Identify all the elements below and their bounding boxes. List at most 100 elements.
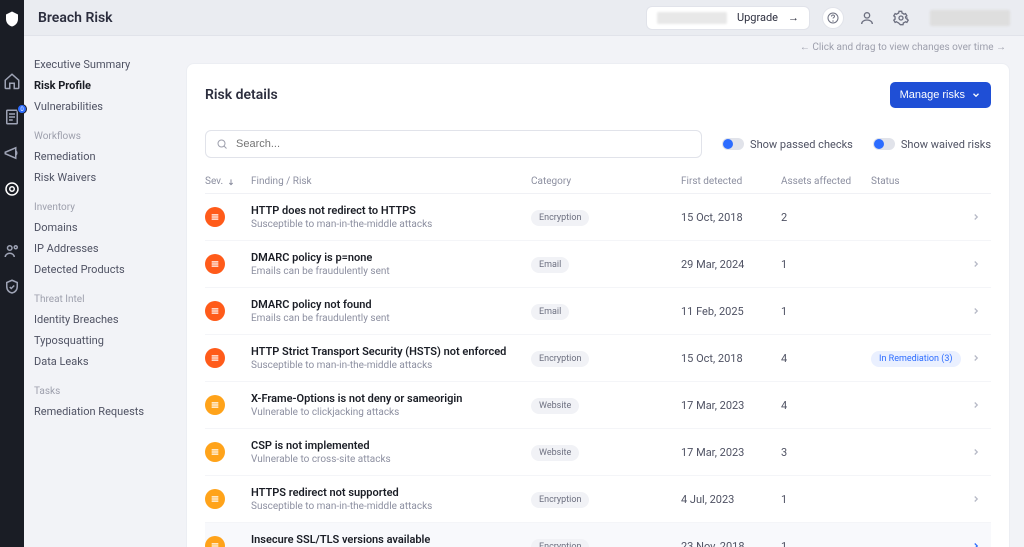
manage-risks-label: Manage risks [900,89,965,101]
arrow-right-icon: → [788,11,799,24]
risks-table: Sev. Finding / Risk Category First detec… [205,170,991,547]
sidebar-item-remediation-requests[interactable]: Remediation Requests [34,401,168,422]
nav-target-icon[interactable] [3,180,21,198]
upgrade-label: Upgrade [737,11,778,24]
nav-announce-icon[interactable] [3,144,21,162]
nav-users-icon[interactable] [3,242,21,260]
assets-affected: 3 [781,446,871,459]
category-pill: Email [531,304,569,320]
severity-dot [205,489,225,509]
sidebar-head-inventory: Inventory [34,202,168,213]
org-switcher-redacted[interactable] [930,10,1010,26]
col-category[interactable]: Category [531,176,681,187]
toggle-icon [722,138,744,150]
finding-title: DMARC policy is p=none [251,251,531,264]
sidebar-item-identity-breaches[interactable]: Identity Breaches [34,309,168,330]
help-icon[interactable] [822,7,844,29]
search-icon [216,138,228,150]
first-detected: 4 Jul, 2023 [681,493,781,506]
sort-down-icon [227,178,235,186]
sidebar-item-typosquatting[interactable]: Typosquatting [34,330,168,351]
assets-affected: 1 [781,305,871,318]
table-row[interactable]: HTTP does not redirect to HTTPS Suscepti… [205,194,991,241]
risk-details-card: Risk details Manage risks [186,63,1010,547]
sidebar-head-workflows: Workflows [34,131,168,142]
sidebar-item-detected-products[interactable]: Detected Products [34,259,168,280]
category-pill: Email [531,257,569,273]
toggle-waived-risks[interactable]: Show waived risks [873,138,991,151]
finding-subtitle: Emails can be fraudulently sent [251,266,531,277]
finding-subtitle: Vulnerable to clickjacking attacks [251,407,531,418]
user-icon[interactable] [856,7,878,29]
app-logo-icon[interactable] [3,10,21,28]
severity-dot [205,395,225,415]
first-detected: 17 Mar, 2023 [681,399,781,412]
assets-affected: 1 [781,540,871,547]
settings-icon[interactable] [890,7,912,29]
table-row[interactable]: HTTPS redirect not supported Susceptible… [205,476,991,523]
sidebar-item-ip-addresses[interactable]: IP Addresses [34,238,168,259]
sidebar-item-risk-profile[interactable]: Risk Profile [34,75,168,96]
nav-shield-check-icon[interactable] [3,278,21,296]
sidebar-head-tasks: Tasks [34,386,168,397]
col-severity[interactable]: Sev. [205,176,251,187]
status-pill: In Remediation (3) [871,351,961,367]
col-assets[interactable]: Assets affected [781,176,871,187]
finding-title: HTTP Strict Transport Security (HSTS) no… [251,345,531,358]
sidebar-item-risk-waivers[interactable]: Risk Waivers [34,167,168,188]
category-pill: Website [531,445,579,461]
toggle-waived-label: Show waived risks [901,138,991,151]
nav-badge: 0 [17,104,27,114]
panel-area: ← Click and drag to view changes over ti… [172,36,1024,547]
assets-affected: 4 [781,352,871,365]
finding-title: CSP is not implemented [251,439,531,452]
first-detected: 15 Oct, 2018 [681,211,781,224]
finding-subtitle: Emails can be fraudulently sent [251,313,531,324]
category-pill: Website [531,398,579,414]
table-row[interactable]: CSP is not implemented Vulnerable to cro… [205,429,991,476]
manage-risks-button[interactable]: Manage risks [890,82,991,108]
category-pill: Encryption [531,492,589,508]
upgrade-pill[interactable]: Upgrade → [646,6,810,30]
assets-affected: 2 [781,211,871,224]
sidebar-item-remediation[interactable]: Remediation [34,146,168,167]
top-bar: Breach Risk Upgrade → [24,0,1024,36]
table-row[interactable]: DMARC policy not found Emails can be fra… [205,288,991,335]
first-detected: 23 Nov, 2018 [681,540,781,547]
toggle-icon [873,138,895,150]
table-row[interactable]: DMARC policy is p=none Emails can be fra… [205,241,991,288]
chevron-right-icon [971,400,991,410]
first-detected: 15 Oct, 2018 [681,352,781,365]
severity-dot [205,348,225,368]
sidebar-item-executive-summary[interactable]: Executive Summary [34,54,168,75]
icon-rail: 0 [0,0,24,547]
category-pill: Encryption [531,351,589,367]
finding-title: X-Frame-Options is not deny or sameorigi… [251,392,531,405]
sidebar-item-data-leaks[interactable]: Data Leaks [34,351,168,372]
nav-home-icon[interactable] [3,72,21,90]
table-row[interactable]: HTTP Strict Transport Security (HSTS) no… [205,335,991,382]
finding-subtitle: Susceptible to man-in-the-middle attacks [251,360,531,371]
sidebar-item-vulnerabilities[interactable]: Vulnerabilities [34,96,168,117]
chevron-right-icon [971,541,991,547]
search-input-wrap[interactable] [205,130,702,158]
severity-dot [205,254,225,274]
finding-subtitle: Susceptible to man-in-the-middle attacks [251,501,531,512]
finding-title: HTTP does not redirect to HTTPS [251,204,531,217]
col-finding[interactable]: Finding / Risk [251,176,531,187]
col-status[interactable]: Status [871,176,971,187]
assets-affected: 4 [781,399,871,412]
sidebar-head-threat-intel: Threat Intel [34,294,168,305]
table-row[interactable]: Insecure SSL/TLS versions available Susc… [205,523,991,547]
toggle-passed-checks[interactable]: Show passed checks [722,138,853,151]
table-row[interactable]: X-Frame-Options is not deny or sameorigi… [205,382,991,429]
nav-reports-icon[interactable]: 0 [3,108,21,126]
severity-dot [205,301,225,321]
sidebar-item-domains[interactable]: Domains [34,217,168,238]
severity-dot [205,442,225,462]
search-input[interactable] [236,138,691,150]
chevron-right-icon [971,494,991,504]
chevron-down-icon [971,90,981,100]
col-first-detected[interactable]: First detected [681,176,781,187]
assets-affected: 1 [781,258,871,271]
